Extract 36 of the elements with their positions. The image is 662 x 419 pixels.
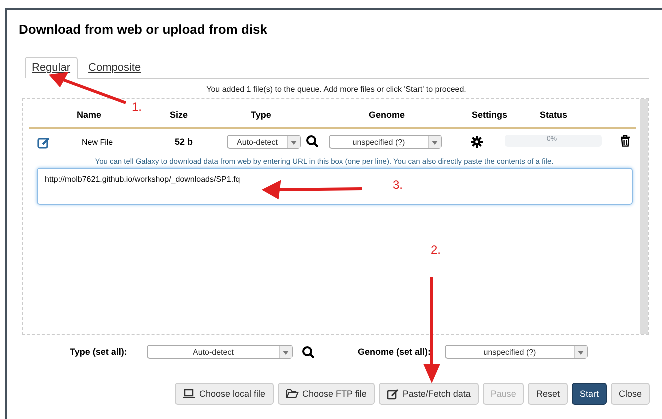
type-set-all-select[interactable]: Auto-detect	[147, 345, 293, 359]
genome-set-all-select[interactable]: unspecified (?)	[445, 345, 588, 359]
tab[interactable]: Regular	[25, 57, 78, 79]
tab[interactable]: Composite	[82, 57, 148, 78]
action-button[interactable]: Start	[572, 383, 607, 405]
dialog-title: Download from web or upload from disk	[19, 22, 268, 37]
action-button[interactable]: Choose FTP file	[278, 383, 375, 405]
search-icon[interactable]	[302, 346, 315, 359]
settings-icon[interactable]	[471, 136, 483, 148]
column-header: Type	[251, 110, 272, 120]
column-header: Genome	[369, 110, 406, 120]
scrollbar[interactable]	[640, 99, 648, 334]
edit-icon	[386, 388, 399, 400]
action-button[interactable]: Choose local file	[175, 383, 274, 405]
annotation-label: 2.	[431, 243, 442, 257]
annotation-label: 3.	[393, 178, 404, 192]
edit-icon[interactable]	[37, 136, 51, 150]
laptop-icon	[183, 389, 196, 399]
type-set-all-label: Type (set all):	[70, 347, 128, 357]
folder-icon	[286, 389, 298, 399]
column-header: Size	[170, 110, 188, 120]
genome-select[interactable]: unspecified (?)	[329, 135, 442, 149]
action-button[interactable]: Reset	[528, 383, 568, 405]
column-header: Status	[540, 110, 568, 120]
type-select[interactable]: Auto-detect	[227, 135, 301, 149]
file-size: 52 b	[175, 137, 194, 147]
queue-message: You added 1 file(s) to the queue. Add more files or click 'Start' to proceed.	[206, 85, 468, 94]
search-icon[interactable]	[306, 135, 319, 148]
trash-icon[interactable]	[620, 135, 631, 147]
file-name: New File	[82, 138, 114, 147]
action-button[interactable]: Close	[610, 383, 650, 405]
genome-set-all-label: Genome (set all):	[358, 347, 432, 357]
annotation-label: 1.	[132, 100, 142, 114]
column-header: Settings	[472, 110, 508, 120]
column-header: Name	[77, 110, 102, 120]
action-button[interactable]: Paste/Fetch data	[378, 383, 479, 405]
